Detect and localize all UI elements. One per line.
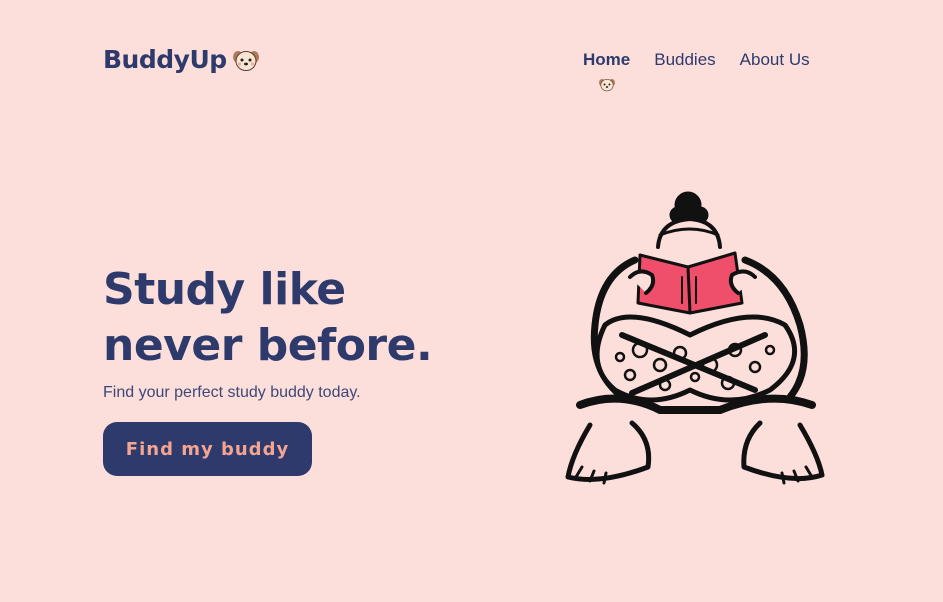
nav-buddies[interactable]: Buddies bbox=[654, 50, 715, 70]
dog-face-icon bbox=[232, 48, 259, 72]
find-my-buddy-button[interactable]: Find my buddy bbox=[103, 422, 312, 476]
hero-subtitle: Find your perfect study buddy today. bbox=[103, 384, 361, 401]
person-reading-book-illustration bbox=[560, 185, 830, 490]
brand-name: BuddyUp bbox=[103, 45, 227, 74]
navbar: BuddyUp Home Buddies About Us bbox=[0, 0, 943, 110]
dog-face-icon bbox=[598, 77, 615, 92]
main-nav: Home Buddies About Us bbox=[583, 50, 810, 92]
hero-section: Study like never before. Find your perfe… bbox=[103, 262, 483, 476]
brand-logo[interactable]: BuddyUp bbox=[103, 45, 259, 74]
nav-home[interactable]: Home bbox=[583, 50, 631, 92]
hero-title: Study like never before. bbox=[103, 264, 433, 371]
nav-home-label: Home bbox=[583, 50, 631, 69]
nav-about-us[interactable]: About Us bbox=[740, 50, 810, 70]
